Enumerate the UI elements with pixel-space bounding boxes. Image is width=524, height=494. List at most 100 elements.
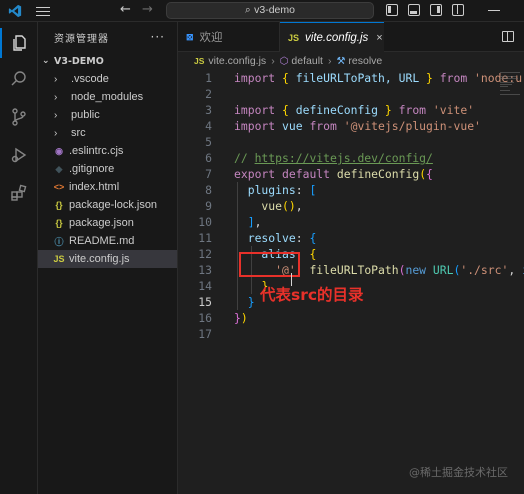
code-token: 'vite' (432, 103, 475, 117)
code-token: { (309, 231, 317, 245)
breadcrumb-file[interactable]: vite.config.js (208, 55, 266, 67)
code-token: plugins (234, 183, 296, 197)
line-number: 6 (205, 151, 212, 165)
code-token: URL (432, 263, 454, 277)
tree-item[interactable]: JS vite.config.js (38, 250, 177, 268)
toggle-secondary-sidebar-icon[interactable] (430, 4, 442, 16)
code-token: : (295, 231, 310, 245)
line-number: 7 (205, 167, 212, 181)
forward-arrow-icon[interactable]: → (142, 2, 153, 17)
toggle-panel-icon[interactable] (408, 4, 420, 16)
tree-item[interactable]: ◉ .eslintrc.cjs (38, 142, 177, 160)
tree-item-label: src (71, 127, 86, 139)
code-text: resolve: { (234, 230, 317, 246)
tab-label: 欢迎 (199, 32, 223, 44)
minimap-line (500, 78, 518, 79)
minimap-line (500, 94, 520, 95)
file-tree: › .vscode › node_modules › public › src ◉ .eslint… (38, 70, 177, 268)
project-name: V3-DEMO (54, 55, 104, 67)
code-line: 9 vue(), (178, 198, 524, 214)
code-token: { (282, 103, 289, 117)
code-token: from (391, 103, 433, 117)
tree-item[interactable]: › .vscode (38, 70, 177, 88)
chevron-down-icon: ⌄ (42, 56, 50, 66)
breadcrumb-separator: › (327, 55, 332, 67)
split-editor-icon[interactable] (502, 31, 514, 42)
welcome-icon: ⊠ (186, 31, 194, 42)
tree-item[interactable]: › node_modules (38, 88, 177, 106)
tree-item-label: package-lock.json (69, 199, 158, 211)
minimap-line (500, 76, 516, 77)
tab-welcome[interactable]: ⊠ 欢迎 (178, 22, 280, 52)
code-token: , (295, 199, 303, 213)
code-token: import (234, 103, 276, 117)
run-debug-icon[interactable] (0, 140, 38, 170)
minimap-line (500, 84, 512, 85)
line-number: 14 (198, 279, 212, 293)
line-number: 17 (198, 327, 212, 341)
activity-bar (0, 22, 38, 494)
code-token: ( (282, 199, 289, 213)
line-number: 12 (198, 247, 212, 261)
tree-item[interactable]: › src (38, 124, 177, 142)
tree-item-label: public (71, 109, 100, 121)
line-number: 10 (198, 215, 212, 229)
line-number: 8 (205, 183, 212, 197)
chevron-right-icon: › (54, 127, 58, 139)
toggle-primary-sidebar-icon[interactable] (386, 4, 398, 16)
tab-vite-config[interactable]: JS vite.config.js × (280, 22, 384, 52)
code-token: { (282, 71, 289, 85)
close-icon[interactable]: × (376, 32, 382, 44)
code-token: { (309, 247, 317, 261)
minimap-line (500, 86, 508, 87)
breadcrumb-symbol-default[interactable]: default (291, 55, 323, 67)
code-line: 6 // https://vitejs.dev/config/ (178, 150, 524, 166)
breadcrumb: JS vite.config.js › ⬡ default › ⚒ resolv… (178, 52, 524, 70)
breadcrumb-symbol-resolve[interactable]: resolve (348, 55, 382, 67)
tree-item[interactable]: {} package.json (38, 214, 177, 232)
info-icon: ⓘ (54, 236, 64, 247)
tree-item[interactable]: ◆ .gitignore (38, 160, 177, 178)
tree-item-label: vite.config.js (69, 253, 130, 265)
project-folder-header[interactable]: ⌄ V3-DEMO (38, 52, 177, 70)
code-token: ) (288, 199, 296, 213)
code-token: https://vitejs.dev/config/ (254, 151, 433, 165)
code-text: // https://vitejs.dev/config/ (234, 150, 433, 166)
annotation-text: 代表src的目录 (260, 286, 364, 304)
tree-item[interactable]: › public (38, 106, 177, 124)
search-activity-icon[interactable] (0, 64, 38, 94)
chevron-right-icon: › (54, 91, 58, 103)
customize-layout-icon[interactable] (452, 4, 464, 16)
code-editor[interactable]: 1 import { fileURLToPath, URL } from 'nod… (178, 70, 524, 494)
code-token: , (254, 215, 262, 229)
code-line: 11 resolve: { (178, 230, 524, 246)
menu-icon[interactable] (36, 4, 50, 18)
tree-item-label: package.json (69, 217, 134, 229)
command-center-search[interactable]: ⌕ v3-demo (166, 2, 374, 19)
eslint-icon: ◉ (55, 145, 63, 156)
minimap[interactable] (496, 70, 524, 494)
code-token: new (405, 263, 433, 277)
chevron-right-icon: › (54, 73, 58, 85)
code-line: 7 export default defineConfig({ (178, 166, 524, 182)
code-line: 8 plugins: [ (178, 182, 524, 198)
tree-item[interactable]: {} package-lock.json (38, 196, 177, 214)
back-arrow-icon[interactable]: ← (120, 2, 131, 17)
line-number: 9 (205, 199, 212, 213)
source-control-icon[interactable] (0, 102, 38, 132)
tree-item[interactable]: ⓘ README.md (38, 232, 177, 250)
cube-icon: ⬡ (279, 55, 289, 67)
minimize-icon[interactable] (488, 10, 500, 11)
code-token: defineConfig (288, 103, 385, 117)
tree-item-label: .eslintrc.cjs (69, 145, 124, 157)
js-icon: JS (194, 56, 205, 66)
tree-item[interactable]: <> index.html (38, 178, 177, 196)
more-actions-icon[interactable]: ··· (151, 30, 165, 44)
code-token: from (309, 119, 337, 133)
tree-item-label: .vscode (71, 73, 109, 85)
code-token: fileURLToPath (309, 263, 399, 277)
explorer-icon[interactable] (0, 28, 38, 58)
extensions-icon[interactable] (0, 178, 38, 208)
